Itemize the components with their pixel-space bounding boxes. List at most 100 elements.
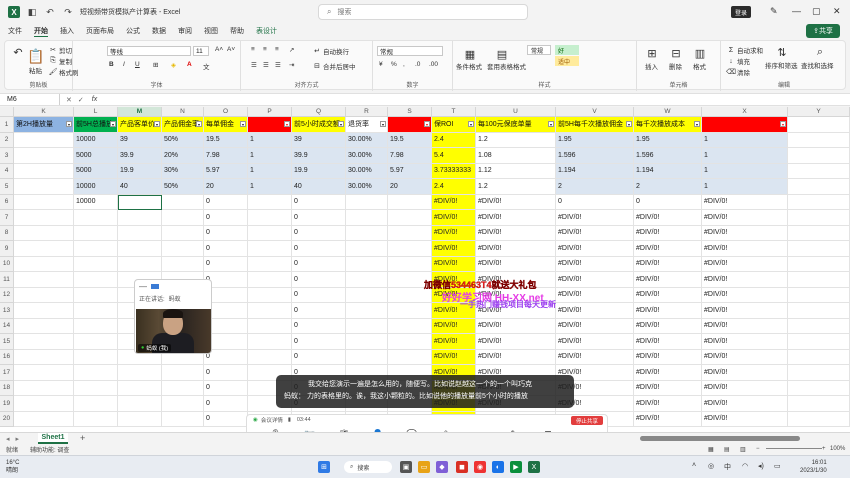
data-cell[interactable] <box>788 132 850 148</box>
menu-tab-7[interactable]: 视图 <box>204 26 218 36</box>
data-cell[interactable]: 39.9 <box>292 148 346 164</box>
data-cell[interactable]: #DIV/0! <box>556 272 634 288</box>
row-header[interactable]: 1 <box>0 117 14 133</box>
data-cell[interactable]: #DIV/0! <box>432 241 476 257</box>
merge-center-button[interactable]: ⊟ 合并后居中 <box>313 61 355 71</box>
data-cell[interactable]: #DIV/0! <box>634 303 702 319</box>
data-cell[interactable] <box>788 179 850 195</box>
data-cell[interactable]: 0 <box>292 210 346 226</box>
data-cell[interactable]: #DIV/0! <box>634 256 702 272</box>
sort-filter-button[interactable]: 排序和筛选 <box>765 60 798 70</box>
page-break-icon[interactable]: ▥ <box>740 446 746 453</box>
data-cell[interactable]: #DIV/0! <box>702 411 788 427</box>
indent-icon[interactable]: ⇥ <box>289 61 294 69</box>
data-cell[interactable] <box>346 303 388 319</box>
header-cell[interactable]: 前5H每千次播放佣金 ▾ <box>556 117 634 133</box>
data-cell[interactable]: #DIV/0! <box>702 272 788 288</box>
row-header[interactable]: 7 <box>0 210 14 226</box>
minimize-button[interactable]: — <box>792 6 801 16</box>
row-header[interactable]: 2 <box>0 132 14 148</box>
data-cell[interactable] <box>74 225 118 241</box>
add-sheet-button[interactable]: + <box>80 433 85 443</box>
data-cell[interactable] <box>248 256 292 272</box>
menu-tab-9[interactable]: 表设计 <box>256 26 277 36</box>
zoom-level[interactable]: 100% <box>830 446 845 452</box>
data-cell[interactable] <box>248 334 292 350</box>
fill-color-icon[interactable]: ◈ <box>171 61 176 69</box>
data-cell[interactable] <box>74 349 118 365</box>
column-header[interactable]: N <box>162 107 204 117</box>
row-header[interactable]: 12 <box>0 287 14 303</box>
data-cell[interactable]: #DIV/0! <box>634 241 702 257</box>
data-cell[interactable] <box>118 241 162 257</box>
data-cell[interactable]: #DIV/0! <box>476 225 556 241</box>
data-cell[interactable] <box>788 272 850 288</box>
data-cell[interactable]: 1.95 <box>634 132 702 148</box>
data-cell[interactable]: 30.00% <box>346 179 388 195</box>
data-cell[interactable]: 2.4 <box>432 132 476 148</box>
menu-tab-3[interactable]: 页面布局 <box>86 26 114 36</box>
data-cell[interactable] <box>14 225 74 241</box>
orientation-icon[interactable]: ↗ <box>289 46 294 54</box>
border-icon[interactable]: ⊞ <box>153 61 158 69</box>
login-button[interactable]: 登录 <box>731 6 751 18</box>
data-cell[interactable] <box>74 241 118 257</box>
data-cell[interactable]: #DIV/0! <box>556 241 634 257</box>
data-cell[interactable]: #DIV/0! <box>556 303 634 319</box>
column-header[interactable]: U <box>476 107 556 117</box>
close-button[interactable]: ✕ <box>833 6 841 17</box>
autosave-icon[interactable]: ◧ <box>26 6 38 18</box>
data-cell[interactable]: 2.4 <box>432 179 476 195</box>
data-cell[interactable]: 1 <box>248 179 292 195</box>
data-cell[interactable]: 0 <box>204 411 248 427</box>
filter-dropdown-icon[interactable]: ▾ <box>66 121 72 128</box>
data-cell[interactable] <box>346 318 388 334</box>
tray-app-icon[interactable]: ◎ <box>708 462 714 470</box>
zoom-in-icon[interactable]: + <box>822 446 826 452</box>
filter-dropdown-icon[interactable]: ▾ <box>240 121 246 128</box>
menu-tab-4[interactable]: 公式 <box>126 26 140 36</box>
data-cell[interactable]: #DIV/0! <box>634 334 702 350</box>
task-view-icon[interactable]: ▣ <box>400 461 412 473</box>
video-panel[interactable]: — 正在讲话: 蚂蚁 ● 蚂蚁 (我) <box>134 279 212 354</box>
data-cell[interactable] <box>162 210 204 226</box>
data-cell[interactable]: #DIV/0! <box>702 194 788 210</box>
data-cell[interactable] <box>14 194 74 210</box>
row-header[interactable]: 8 <box>0 225 14 241</box>
data-cell[interactable] <box>248 210 292 226</box>
header-cell[interactable]: 前5H总播放 ▾ <box>74 117 118 133</box>
data-cell[interactable] <box>74 365 118 381</box>
data-cell[interactable] <box>14 210 74 226</box>
bold-button[interactable]: B <box>109 61 114 68</box>
align-center-icon[interactable]: ☰ <box>263 61 269 69</box>
data-cell[interactable] <box>346 349 388 365</box>
format-cells-icon[interactable]: ▥ <box>693 46 707 60</box>
data-cell[interactable]: #DIV/0! <box>702 256 788 272</box>
data-cell[interactable] <box>118 256 162 272</box>
decrease-decimal-icon[interactable]: .00 <box>429 61 438 68</box>
data-cell[interactable]: #DIV/0! <box>476 210 556 226</box>
column-header[interactable]: O <box>204 107 248 117</box>
data-cell[interactable] <box>74 380 118 396</box>
filter-dropdown-icon[interactable]: ▾ <box>284 121 290 128</box>
font-color-icon[interactable]: A <box>187 61 192 68</box>
data-cell[interactable]: #DIV/0! <box>432 210 476 226</box>
column-header[interactable]: Y <box>788 107 850 117</box>
data-cell[interactable]: #DIV/0! <box>702 318 788 334</box>
filter-dropdown-icon[interactable]: ▾ <box>626 121 632 128</box>
data-cell[interactable]: 0 <box>292 256 346 272</box>
menu-tab-5[interactable]: 数据 <box>152 26 166 36</box>
data-cell[interactable] <box>248 349 292 365</box>
battery-icon[interactable]: ▭ <box>774 462 781 470</box>
enter-icon[interactable]: ✓ <box>78 96 84 104</box>
data-cell[interactable] <box>118 225 162 241</box>
filter-dropdown-icon[interactable]: ▾ <box>694 121 700 128</box>
data-cell[interactable]: 1.596 <box>556 148 634 164</box>
header-cell[interactable]: 每单佣金 ▾ <box>204 117 248 133</box>
row-header[interactable]: 5 <box>0 179 14 195</box>
filter-dropdown-icon[interactable]: ▾ <box>338 121 344 128</box>
data-cell[interactable]: 20 <box>388 179 432 195</box>
conditional-format-button[interactable]: 条件格式 <box>456 61 482 71</box>
data-cell[interactable] <box>388 225 432 241</box>
data-cell[interactable]: #DIV/0! <box>432 318 476 334</box>
